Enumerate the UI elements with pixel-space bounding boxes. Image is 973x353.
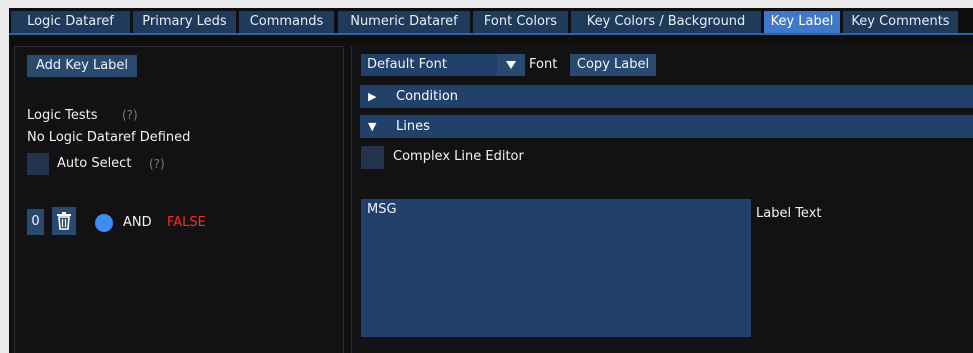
- caret-down-icon: ▼: [368, 120, 377, 133]
- logic-radio-button[interactable]: [95, 214, 113, 232]
- copy-label-button[interactable]: Copy Label: [570, 54, 656, 76]
- complex-line-editor-label: Complex Line Editor: [393, 149, 524, 164]
- tab-numeric-dataref[interactable]: Numeric Dataref: [338, 11, 470, 33]
- logic-result-value: FALSE: [167, 215, 206, 230]
- tab-font-colors[interactable]: Font Colors: [473, 11, 568, 33]
- tab-commands[interactable]: Commands: [239, 11, 334, 33]
- tab-logic-dataref[interactable]: Logic Dataref: [11, 11, 130, 33]
- lines-header[interactable]: ▼ Lines: [360, 115, 973, 138]
- font-label: Font: [529, 57, 558, 72]
- label-text-input[interactable]: MSG: [361, 199, 751, 337]
- condition-header[interactable]: ▶ Condition: [360, 85, 973, 108]
- tab-key-label[interactable]: Key Label: [764, 11, 840, 33]
- editor-window: Logic Dataref Primary Leds Commands Nume…: [9, 8, 973, 353]
- delete-logic-button[interactable]: [52, 207, 76, 235]
- logic-tests-label: Logic Tests: [27, 108, 98, 123]
- complex-line-editor-checkbox[interactable]: [361, 146, 384, 169]
- condition-header-label: Condition: [396, 89, 459, 104]
- font-select-value: Default Font: [367, 57, 447, 72]
- tab-bar: Logic Dataref Primary Leds Commands Nume…: [9, 8, 973, 35]
- auto-select-checkbox[interactable]: [27, 153, 49, 175]
- no-logic-dataref-text: No Logic Dataref Defined: [27, 130, 191, 145]
- trash-icon: [57, 212, 71, 230]
- caret-right-icon: ▶: [368, 90, 377, 103]
- label-panel: Default Font Font Copy Label ▶ Condition…: [351, 46, 973, 353]
- font-select-arrow[interactable]: [497, 54, 525, 76]
- logic-operator-label: AND: [123, 215, 152, 230]
- label-text-caption: Label Text: [756, 206, 822, 221]
- chevron-down-icon: [506, 61, 516, 69]
- tab-key-colors-background[interactable]: Key Colors / Background: [571, 11, 761, 33]
- auto-select-label: Auto Select: [57, 156, 132, 171]
- add-key-label-button[interactable]: Add Key Label: [27, 55, 137, 77]
- logic-index-button[interactable]: 0: [27, 209, 44, 235]
- logic-tests-help[interactable]: (?): [122, 108, 138, 122]
- font-select[interactable]: Default Font: [361, 54, 525, 76]
- tab-key-comments[interactable]: Key Comments: [843, 11, 958, 33]
- lines-header-label: Lines: [396, 119, 430, 134]
- tab-primary-leds[interactable]: Primary Leds: [133, 11, 236, 33]
- logic-panel: Add Key Label Logic Tests (?) No Logic D…: [14, 46, 344, 353]
- auto-select-help[interactable]: (?): [149, 157, 165, 171]
